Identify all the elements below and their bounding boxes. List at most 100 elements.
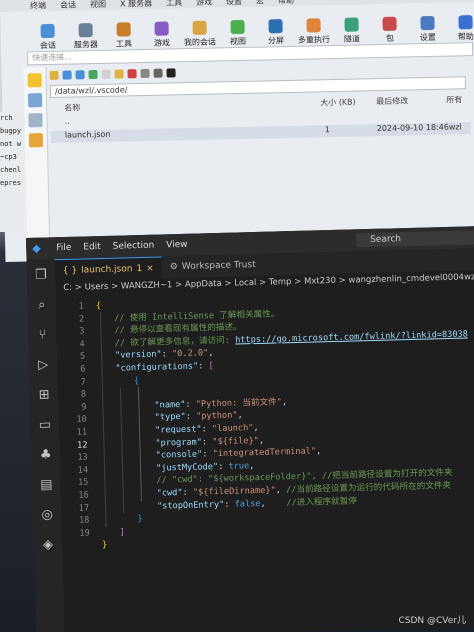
menu-session[interactable]: 会话 (60, 0, 76, 10)
menu-view[interactable]: View (166, 240, 188, 251)
indent-guide (99, 312, 107, 528)
search-icon[interactable]: ⌕ (27, 289, 56, 320)
remote-explorer-icon[interactable]: ▭ (31, 409, 60, 440)
toolbar-tunnel-button[interactable]: 隧道 (332, 17, 371, 45)
folder-up-icon[interactable] (49, 70, 59, 80)
toolbar-tools-button[interactable]: 工具 (105, 22, 144, 50)
menu-view[interactable]: 视图 (90, 0, 106, 10)
session-icon (40, 23, 55, 39)
code-line: "configurations": [ (115, 361, 214, 374)
toolbar-split-button[interactable]: 分屏 (256, 19, 295, 47)
toolbar-help-button[interactable]: 帮助 (446, 15, 474, 43)
file-name: launch.json (64, 129, 111, 140)
delete-icon[interactable] (127, 68, 137, 78)
line-number: 15 (77, 477, 89, 489)
menu-xserver[interactable]: X 服务器 (120, 0, 152, 9)
line-number: 16 (78, 490, 89, 501)
tab-label: Workspace Trust (181, 259, 256, 272)
line-number: 1 (78, 301, 84, 312)
database-icon[interactable]: ◎ (33, 499, 62, 530)
line-number: 5 (79, 351, 86, 363)
tools-side-icon[interactable] (27, 93, 43, 108)
new-file-icon[interactable] (101, 69, 111, 79)
line-number: 17 (78, 503, 90, 514)
text-icon[interactable] (153, 68, 163, 78)
line-number: 4 (79, 339, 85, 350)
run-debug-icon[interactable]: ▷ (29, 349, 58, 380)
column-owner[interactable]: 所有 (446, 94, 462, 105)
star-icon[interactable] (27, 73, 42, 88)
menu-help[interactable]: 帮助 (278, 0, 294, 6)
close-icon[interactable]: × (146, 264, 154, 274)
vscode-window: ◆ File Edit Selection View Search ❐ ⌕ ⑂ … (26, 225, 474, 632)
split-icon (268, 19, 283, 34)
file-name: .. (64, 116, 70, 126)
toolbar-view-button[interactable]: 视图 (218, 19, 257, 48)
line-number: 18 (78, 515, 90, 526)
toolbar-my-sessions-button[interactable]: 我的会话 (180, 20, 219, 48)
pen-icon[interactable] (28, 113, 43, 128)
toolbar-servers-button[interactable]: 服务器 (67, 23, 106, 51)
menu-settings[interactable]: 设置 (226, 0, 242, 7)
view-icon (230, 19, 245, 35)
column-modified[interactable]: 最后修改 (376, 95, 408, 107)
layers-icon[interactable]: ◈ (34, 529, 63, 560)
line-number: 10 (76, 414, 87, 426)
column-name[interactable]: 名称 (64, 102, 80, 113)
menu-selection[interactable]: Selection (113, 241, 155, 252)
search-label: Search (370, 234, 402, 245)
source-control-icon[interactable]: ⑂ (28, 319, 57, 350)
menu-terminal[interactable]: 终端 (30, 0, 46, 11)
menu-file[interactable]: File (56, 243, 71, 253)
new-folder-icon[interactable] (114, 68, 124, 79)
tab-launch-json[interactable]: { } launch.json 1 × (54, 256, 163, 283)
games-icon (154, 21, 169, 36)
tools-icon (116, 22, 131, 37)
code-editor[interactable]: 1 2 3 4 5 6 7 8 9 10 11 12 13 14 15 16 1… (56, 290, 474, 631)
vscode-file-icon: ⚙ (169, 262, 178, 273)
python-icon[interactable]: ♣ (31, 439, 60, 470)
docs-link[interactable]: https://go.microsoft.com/fwlink/?linkid=… (235, 329, 468, 345)
palette-icon[interactable] (28, 133, 44, 148)
line-number: 2 (78, 314, 85, 325)
gear-icon (420, 15, 435, 31)
vscode-logo-icon: ◆ (32, 241, 41, 255)
photo-of-monitor: 终端 会话 视图 X 服务器 工具 游戏 设置 宏 帮助 会话 服务器 工具 游… (0, 0, 474, 632)
line-number: 9 (81, 402, 87, 413)
terminal-icon[interactable] (166, 67, 176, 78)
explorer-icon[interactable]: ❐ (27, 259, 56, 290)
indent-guide (137, 387, 142, 502)
toolbar-multiexec-button[interactable]: 多重执行 (294, 18, 333, 46)
extensions-icon[interactable]: ⊞ (30, 379, 59, 410)
line-number-current: 12 (76, 440, 88, 451)
menu-games[interactable]: 游戏 (196, 0, 212, 7)
edit-icon[interactable] (140, 68, 150, 78)
refresh-icon[interactable] (88, 69, 98, 79)
toolbar-packages-button[interactable]: 包 (370, 16, 409, 44)
download-icon[interactable] (62, 70, 72, 80)
braces-icon: { } (62, 265, 78, 277)
servers-icon (78, 23, 93, 38)
tab-label: launch.json (81, 264, 133, 276)
file-size: 1 (324, 125, 330, 135)
toolbar-games-button[interactable]: 游戏 (142, 21, 181, 49)
package-icon (382, 16, 397, 31)
file-modified: 2024-09-10 18:46 (376, 122, 449, 134)
line-number: 11 (76, 427, 88, 438)
watermark: CSDN @CVer儿 (398, 616, 466, 626)
terminal-behind: rch bugpy not w ~cp3 chenl epres (0, 112, 24, 232)
menu-macros[interactable]: 宏 (256, 0, 264, 6)
menu-edit[interactable]: Edit (83, 242, 101, 252)
column-size[interactable]: 大小 (KB) (320, 97, 356, 109)
command-search-box[interactable]: Search (355, 229, 474, 248)
line-number: 19 (79, 528, 90, 539)
menu-tools[interactable]: 工具 (166, 0, 182, 8)
multiexec-icon (306, 18, 321, 33)
file-owner: wzl (448, 122, 462, 132)
terminal-panel-icon[interactable]: ▤ (32, 469, 61, 500)
toolbar-settings-button[interactable]: 设置 (408, 15, 447, 44)
upload-icon[interactable] (75, 69, 85, 79)
line-number: 14 (77, 465, 89, 476)
toolbar-session-button[interactable]: 会话 (29, 23, 68, 52)
tab-workspace-trust[interactable]: ⚙ Workspace Trust (161, 254, 263, 279)
